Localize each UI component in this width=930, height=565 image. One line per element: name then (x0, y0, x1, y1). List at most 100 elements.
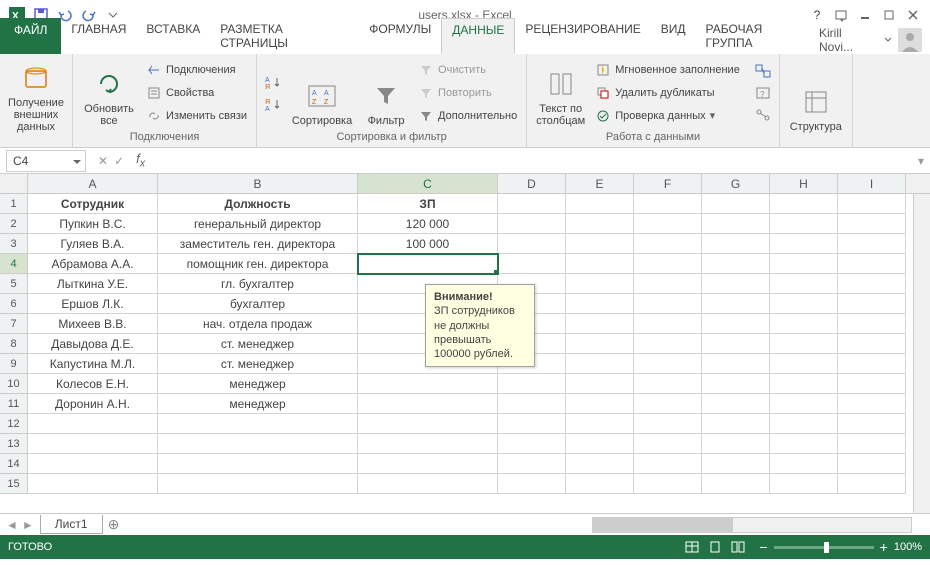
cell[interactable] (770, 274, 838, 294)
cell[interactable] (838, 214, 906, 234)
cell[interactable]: Лыткина У.Е. (28, 274, 158, 294)
sort-button[interactable]: AZAZ Сортировка (287, 58, 357, 128)
column-header[interactable]: I (838, 174, 906, 193)
ribbon-options-icon[interactable] (830, 4, 852, 26)
cell[interactable] (770, 354, 838, 374)
tab-вставка[interactable]: ВСТАВКА (136, 18, 210, 54)
column-header[interactable]: A (28, 174, 158, 193)
cell[interactable] (838, 294, 906, 314)
cell[interactable] (838, 334, 906, 354)
cell[interactable] (358, 374, 498, 394)
cell[interactable] (358, 414, 498, 434)
cell[interactable] (838, 254, 906, 274)
cell[interactable] (702, 454, 770, 474)
cell[interactable]: менеджер (158, 394, 358, 414)
row-header[interactable]: 14 (0, 454, 28, 474)
what-if-icon[interactable]: ? (753, 83, 773, 103)
cell[interactable] (158, 454, 358, 474)
tab-формулы[interactable]: ФОРМУЛЫ (359, 18, 441, 54)
normal-view-icon[interactable] (681, 538, 703, 556)
flash-fill-button[interactable]: Мгновенное заполнение (592, 59, 743, 81)
cell[interactable] (770, 314, 838, 334)
minimize-icon[interactable] (854, 4, 876, 26)
sort-asc-button[interactable]: АЯ (263, 72, 283, 92)
maximize-icon[interactable] (878, 4, 900, 26)
column-header[interactable]: E (566, 174, 634, 193)
cell[interactable]: гл. бухгалтер (158, 274, 358, 294)
cell[interactable] (498, 194, 566, 214)
row-header[interactable]: 7 (0, 314, 28, 334)
cell[interactable] (702, 214, 770, 234)
cell[interactable] (634, 194, 702, 214)
column-header[interactable]: H (770, 174, 838, 193)
filter-button[interactable]: Фильтр (361, 58, 411, 128)
cell[interactable] (702, 434, 770, 454)
cell[interactable] (634, 314, 702, 334)
structure-button[interactable]: Структура (786, 64, 846, 134)
tab-разметка страницы[interactable]: РАЗМЕТКА СТРАНИЦЫ (210, 18, 359, 54)
cell[interactable] (702, 254, 770, 274)
cell[interactable] (566, 294, 634, 314)
cell[interactable] (634, 374, 702, 394)
cell[interactable] (498, 394, 566, 414)
cell[interactable] (770, 334, 838, 354)
cell[interactable] (566, 314, 634, 334)
cell[interactable] (702, 474, 770, 494)
sort-desc-button[interactable]: ЯА (263, 94, 283, 114)
page-layout-view-icon[interactable] (704, 538, 726, 556)
spreadsheet-grid[interactable]: ABCDEFGHI 1СотрудникДолжностьЗП2Пупкин В… (0, 174, 930, 513)
cell[interactable] (28, 454, 158, 474)
cell[interactable] (702, 394, 770, 414)
row-header[interactable]: 6 (0, 294, 28, 314)
name-box[interactable]: C4 (6, 150, 86, 172)
cell[interactable] (702, 274, 770, 294)
cell[interactable]: Абрамова А.А. (28, 254, 158, 274)
formula-input[interactable] (151, 150, 912, 172)
cell[interactable]: помощник ген. директора (158, 254, 358, 274)
cell[interactable] (498, 234, 566, 254)
cell[interactable] (702, 334, 770, 354)
cell[interactable] (702, 414, 770, 434)
cell[interactable] (702, 194, 770, 214)
row-header[interactable]: 13 (0, 434, 28, 454)
cell[interactable] (838, 354, 906, 374)
cell[interactable]: Михеев В.В. (28, 314, 158, 334)
cell[interactable]: Сотрудник (28, 194, 158, 214)
tab-данные[interactable]: ДАННЫЕ (441, 18, 515, 54)
cell[interactable] (358, 254, 498, 274)
cell[interactable] (566, 214, 634, 234)
cell[interactable] (158, 434, 358, 454)
cell[interactable] (838, 314, 906, 334)
column-header[interactable]: B (158, 174, 358, 193)
cell[interactable]: генеральный директор (158, 214, 358, 234)
cell[interactable] (566, 474, 634, 494)
tab-вид[interactable]: ВИД (651, 18, 696, 54)
cell[interactable]: бухгалтер (158, 294, 358, 314)
cell[interactable] (634, 254, 702, 274)
cell[interactable] (158, 474, 358, 494)
relationships-icon[interactable] (753, 105, 773, 125)
cell[interactable]: менеджер (158, 374, 358, 394)
tab-файл[interactable]: ФАЙЛ (0, 18, 61, 54)
enter-formula-icon[interactable]: ✓ (114, 154, 124, 168)
cell[interactable] (498, 254, 566, 274)
cell[interactable] (838, 234, 906, 254)
cell[interactable]: 120 000 (358, 214, 498, 234)
cell[interactable] (566, 434, 634, 454)
cell[interactable]: Доронин А.Н. (28, 394, 158, 414)
cell[interactable] (770, 374, 838, 394)
row-header[interactable]: 2 (0, 214, 28, 234)
tab-рабочая группа[interactable]: Рабочая группа (696, 18, 819, 54)
cell[interactable] (770, 214, 838, 234)
cell[interactable] (838, 454, 906, 474)
cell[interactable] (702, 234, 770, 254)
cell[interactable] (358, 434, 498, 454)
cell[interactable]: Должность (158, 194, 358, 214)
cell[interactable] (634, 454, 702, 474)
cell[interactable] (358, 474, 498, 494)
cell[interactable] (702, 314, 770, 334)
cell[interactable] (838, 434, 906, 454)
clear-filter-button[interactable]: Очистить (415, 59, 520, 81)
row-header[interactable]: 9 (0, 354, 28, 374)
cell[interactable] (634, 294, 702, 314)
